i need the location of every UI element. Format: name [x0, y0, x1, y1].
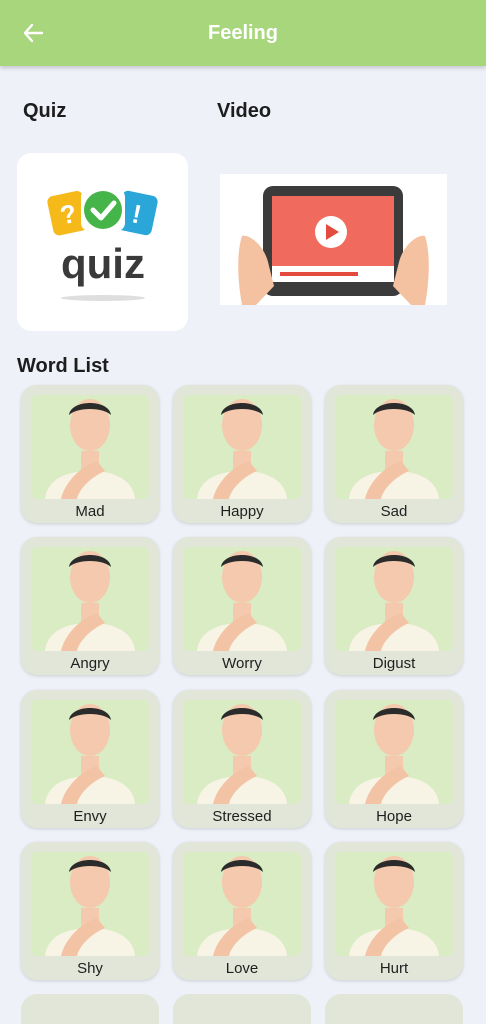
sign-illustration	[183, 700, 301, 804]
sign-illustration	[335, 700, 453, 804]
word-tile-sad[interactable]: Sad	[325, 385, 463, 523]
quiz-logo-text: quiz	[61, 240, 145, 287]
word-label: Mad	[75, 503, 105, 520]
sign-illustration	[183, 547, 301, 651]
sign-illustration	[31, 852, 149, 956]
sign-illustration	[183, 395, 301, 499]
word-tile-shy[interactable]: Shy	[21, 842, 159, 980]
word-label: Digust	[372, 655, 416, 672]
word-label: Envy	[73, 808, 107, 825]
sign-illustration	[31, 547, 149, 651]
word-label: Sad	[380, 503, 408, 520]
word-tile-angry[interactable]: Angry	[21, 537, 159, 675]
page-title: Feeling	[207, 22, 278, 44]
video-illustration	[238, 186, 429, 305]
word-list-label: Word List	[17, 355, 109, 377]
sign-illustration	[335, 547, 453, 651]
sign-illustration	[31, 700, 149, 804]
word-tile-partial[interactable]	[325, 994, 463, 1024]
word-tile-worry[interactable]: Worry	[173, 537, 311, 675]
video-card[interactable]	[220, 174, 447, 305]
video-section-label: Video	[217, 100, 272, 122]
word-tile-stressed[interactable]: Stressed	[173, 690, 311, 828]
app-bar: Feeling	[0, 0, 486, 66]
sign-illustration	[31, 395, 149, 499]
word-label: Stressed	[212, 808, 272, 825]
word-tile-envy[interactable]: Envy	[21, 690, 159, 828]
sign-illustration	[335, 395, 453, 499]
word-label: Love	[225, 960, 259, 977]
quiz-logo: ? ! quiz	[47, 189, 158, 301]
word-tile-mad[interactable]: Mad	[21, 385, 159, 523]
word-tile-partial[interactable]	[173, 994, 311, 1024]
word-label: Worry	[222, 655, 262, 672]
word-label: Angry	[70, 655, 110, 672]
word-tile-happy[interactable]: Happy	[173, 385, 311, 523]
word-tile-partial[interactable]	[21, 994, 159, 1024]
sign-illustration	[183, 852, 301, 956]
word-label: Happy	[220, 503, 264, 520]
word-tile-hurt[interactable]: Hurt	[325, 842, 463, 980]
word-tile-love[interactable]: Love	[173, 842, 311, 980]
word-tile-digust[interactable]: Digust	[325, 537, 463, 675]
word-tile-hope[interactable]: Hope	[325, 690, 463, 828]
quiz-section-label: Quiz	[23, 100, 67, 122]
quiz-card[interactable]: ? ! quiz	[17, 153, 188, 331]
word-label: Shy	[77, 960, 103, 977]
word-label: Hope	[376, 808, 412, 825]
word-label: Hurt	[379, 960, 409, 977]
sign-illustration	[335, 852, 453, 956]
